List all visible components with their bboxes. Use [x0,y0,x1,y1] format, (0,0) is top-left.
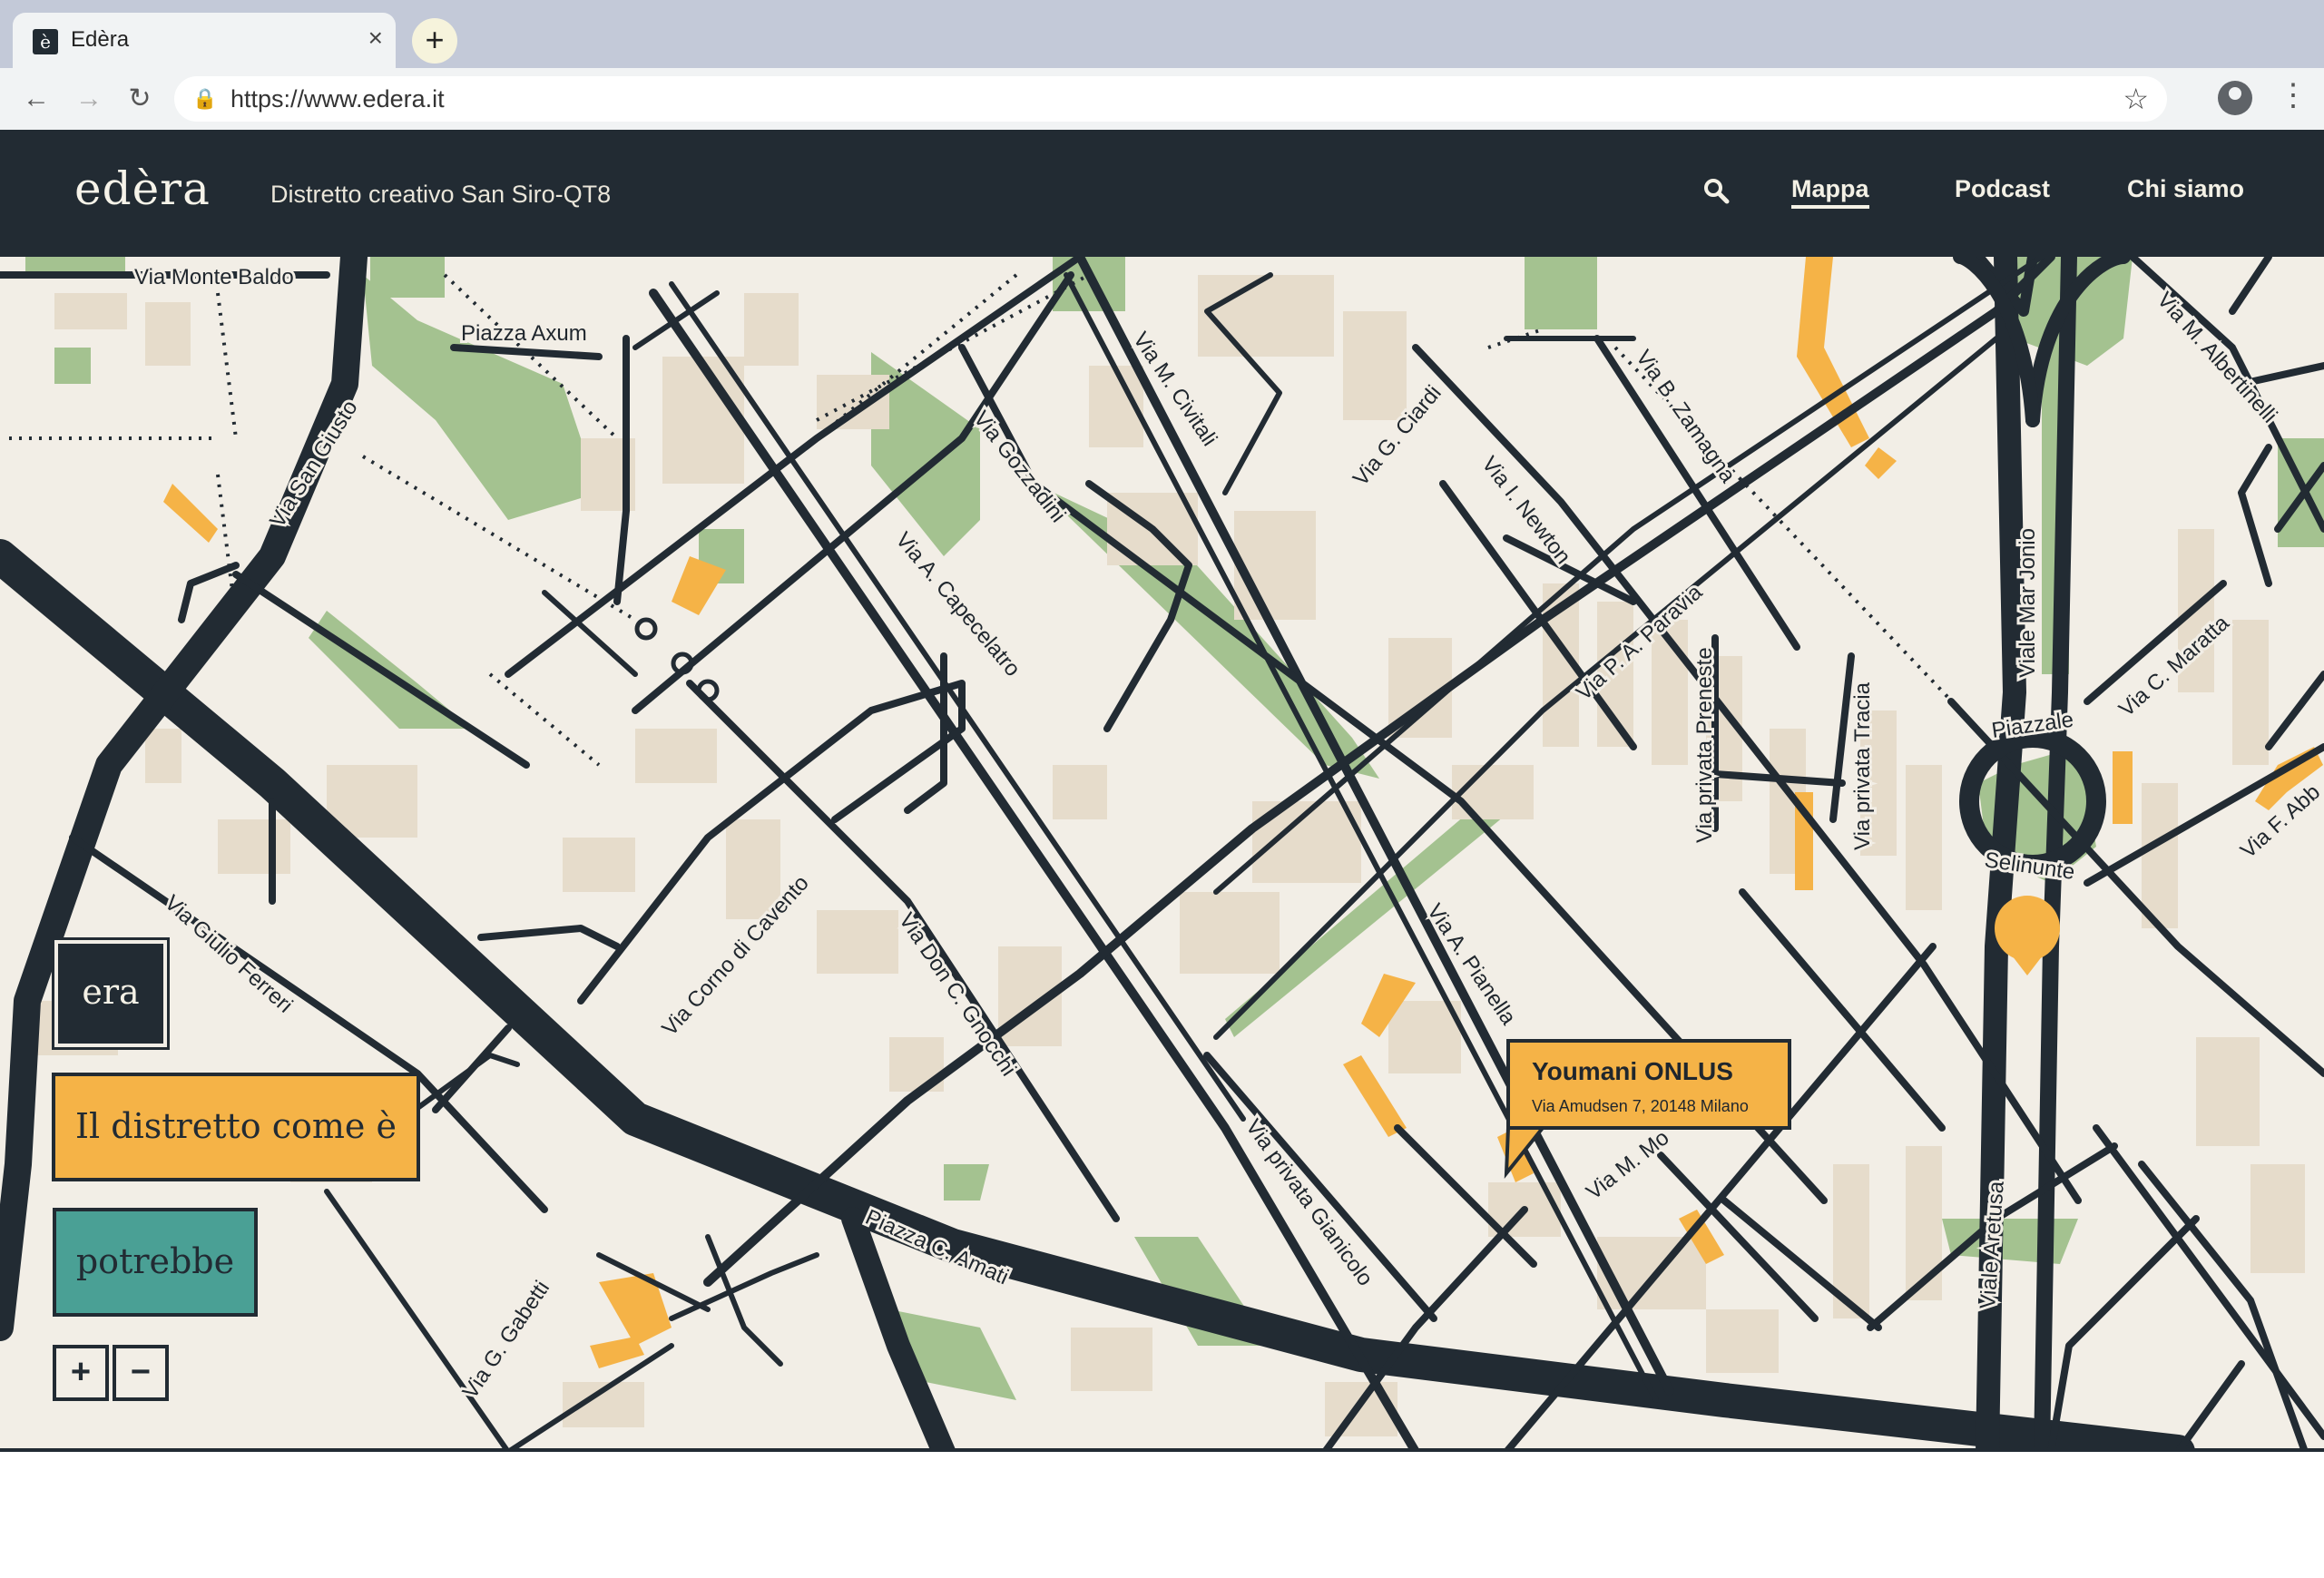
label-piazza-axum: Piazza Axum [461,321,587,346]
favicon-icon: è [33,29,58,54]
account-icon[interactable] [2218,81,2252,115]
map[interactable]: Via Monte Baldo Piazza Axum Via San Gius… [0,257,2324,1452]
label-via-albertinelli: Via M. Albertinelli [2152,288,2282,428]
tab-title: Edèra [71,27,130,52]
label-via-giulio-ferreri: Via Giulio Ferreri [160,890,298,1017]
location-popup[interactable]: Youmani ONLUS Via Amudsen 7, 20148 Milan… [1506,1039,1791,1130]
popup-title: Youmani ONLUS [1532,1057,1733,1085]
nav-podcast[interactable]: Podcast [1955,175,2050,203]
potrebbe-button[interactable]: potrebbe [53,1208,258,1317]
nav-mappa[interactable]: Mappa [1791,175,1869,209]
close-icon[interactable]: × [368,24,383,53]
popup-address: Via Amudsen 7, 20148 Milano [1532,1097,1749,1115]
nav-chi-siamo[interactable]: Chi siamo [2127,175,2244,203]
browser-tab[interactable]: è Edèra × [13,13,396,68]
site-header: edèra Distretto creativo San Siro-QT8 Ma… [0,130,2324,257]
label-via-monte-baldo: Via Monte Baldo [134,265,294,289]
tagline: Distretto creativo San Siro-QT8 [270,181,612,208]
browser-toolbar: ← → ↻ 🔒 https://www.edera.it ☆ ⋮ [0,68,2324,131]
label-via-capecelatro: Via A. Capecelatro [890,528,1025,681]
label-via-preneste: Via privata Preneste [1692,647,1717,843]
zoom-out-button[interactable]: − [113,1345,169,1401]
search-icon[interactable] [1702,177,1730,204]
zoom-in-button[interactable]: + [53,1345,109,1401]
reload-icon[interactable]: ↻ [122,81,158,117]
address-bar[interactable]: 🔒 https://www.edera.it ☆ [174,76,2167,122]
label-viale-mar-jonio: Viale Mar Jonio [2015,528,2040,678]
label-via-san-giusto: Via San Giusto [265,396,363,532]
label-via-gabetti: Via G. Gabetti [458,1277,554,1404]
back-icon[interactable]: ← [18,81,54,117]
label-via-mo: Via M. Mo [1582,1125,1673,1205]
come-e-button[interactable]: Il distretto come è [52,1073,420,1181]
label-via-tracia: Via privata Tracia [1850,681,1875,850]
map-canvas[interactable]: Via Monte Baldo Piazza Axum Via San Gius… [0,257,2324,1452]
forward-icon[interactable]: → [71,81,107,117]
new-tab-button[interactable]: + [412,18,457,64]
era-button[interactable]: era [52,937,170,1050]
lock-icon: 🔒 [192,87,218,110]
label-via-gozzadini: Via Gozzadini [968,407,1070,527]
menu-icon[interactable]: ⋮ [2278,77,2309,113]
bookmark-star-icon[interactable]: ☆ [2123,82,2149,116]
url-text[interactable]: https://www.edera.it [230,85,445,113]
logo[interactable]: edèra [74,162,211,215]
browser-tab-bar: è Edèra × + [0,0,2324,68]
